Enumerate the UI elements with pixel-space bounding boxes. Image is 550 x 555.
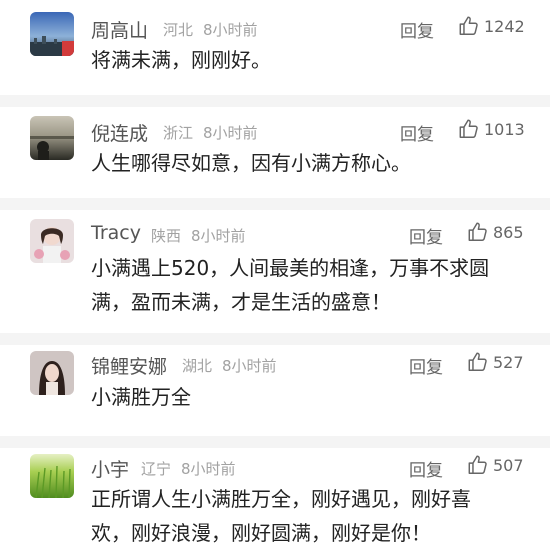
username[interactable]: Tracy [91, 222, 141, 244]
reply-button[interactable]: 回复 [409, 223, 443, 248]
username[interactable]: 小宇 [91, 455, 129, 482]
comment-location: 辽宁 [141, 460, 172, 478]
comment-text: 小满胜万全 [91, 380, 191, 414]
like-count: 1013 [484, 119, 525, 139]
comment-time: 8小时前 [203, 21, 258, 39]
comment-time: 8小时前 [203, 124, 258, 142]
divider [0, 198, 550, 210]
comment-item: 小宇 辽宁 8小时前 回复 507 正所谓人生小满胜万全，刚好遇见，刚好喜 欢，… [0, 448, 550, 555]
comment-item: 周高山 河北 8小时前 回复 1242 将满未满，刚刚好。 [0, 0, 550, 100]
comment-location: 河北 [163, 21, 194, 39]
comment-text: 将满未满，刚刚好。 [91, 43, 271, 77]
thumbs-up-icon [468, 222, 487, 241]
avatar[interactable] [30, 454, 74, 498]
like-button[interactable]: 507 [467, 454, 524, 476]
comment-time: 8小时前 [181, 460, 236, 478]
reply-button[interactable]: 回复 [409, 456, 443, 481]
comment-text-line: 将满未满，刚刚好。 [91, 48, 271, 72]
comment-text-line: 小满遇上520，人间最美的相逢，万事不求圆 [91, 256, 490, 280]
avatar[interactable] [30, 351, 74, 395]
comment-location: 浙江 [163, 124, 194, 142]
like-count: 507 [493, 455, 524, 475]
like-button[interactable]: 1013 [458, 118, 525, 140]
comment-text: 正所谓人生小满胜万全，刚好遇见，刚好喜 欢，刚好浪漫，刚好圆满，刚好是你！ [91, 482, 471, 550]
comment-text-line: 满，盈而未满，才是生活的盛意！ [91, 290, 391, 314]
comment-text: 人生哪得尽如意，因有小满方称心。 [91, 146, 411, 180]
like-count: 1242 [484, 16, 525, 36]
comment-time: 8小时前 [191, 227, 246, 245]
reply-button[interactable]: 回复 [400, 120, 434, 145]
comment-item: Tracy 陕西 8小时前 回复 865 小满遇上520，人间最美的相逢，万事不… [0, 210, 550, 338]
thumbs-up-icon [459, 119, 478, 138]
thumbs-up-icon [468, 455, 487, 474]
comment-time: 8小时前 [222, 357, 277, 375]
reply-button[interactable]: 回复 [409, 353, 443, 378]
username[interactable]: 锦鲤安娜 [91, 352, 167, 379]
divider [0, 436, 550, 448]
username[interactable]: 周高山 [91, 16, 148, 43]
like-button[interactable]: 1242 [458, 15, 525, 37]
comment-location: 陕西 [151, 227, 182, 245]
comment-text-line: 人生哪得尽如意，因有小满方称心。 [91, 151, 411, 175]
thumbs-up-icon [468, 352, 487, 371]
divider [0, 95, 550, 107]
like-count: 527 [493, 352, 524, 372]
like-button[interactable]: 527 [467, 351, 524, 373]
username[interactable]: 倪连成 [91, 119, 148, 146]
comment-text-line: 小满胜万全 [91, 385, 191, 409]
avatar[interactable] [30, 12, 74, 56]
divider [0, 333, 550, 345]
comment-location: 湖北 [182, 357, 213, 375]
avatar[interactable] [30, 219, 74, 263]
comment-text-line: 正所谓人生小满胜万全，刚好遇见，刚好喜 [91, 487, 471, 511]
like-count: 865 [493, 222, 524, 242]
comment-text: 小满遇上520，人间最美的相逢，万事不求圆 满，盈而未满，才是生活的盛意！ [91, 251, 489, 319]
thumbs-up-icon [459, 16, 478, 35]
comment-item: 倪连成 浙江 8小时前 回复 1013 人生哪得尽如意，因有小满方称心。 [0, 107, 550, 203]
reply-button[interactable]: 回复 [400, 17, 434, 42]
comment-text-line: 欢，刚好浪漫，刚好圆满，刚好是你！ [91, 521, 431, 545]
avatar[interactable] [30, 116, 74, 160]
comment-item: 锦鲤安娜 湖北 8小时前 回复 527 小满胜万全 [0, 345, 550, 441]
like-button[interactable]: 865 [467, 221, 524, 243]
